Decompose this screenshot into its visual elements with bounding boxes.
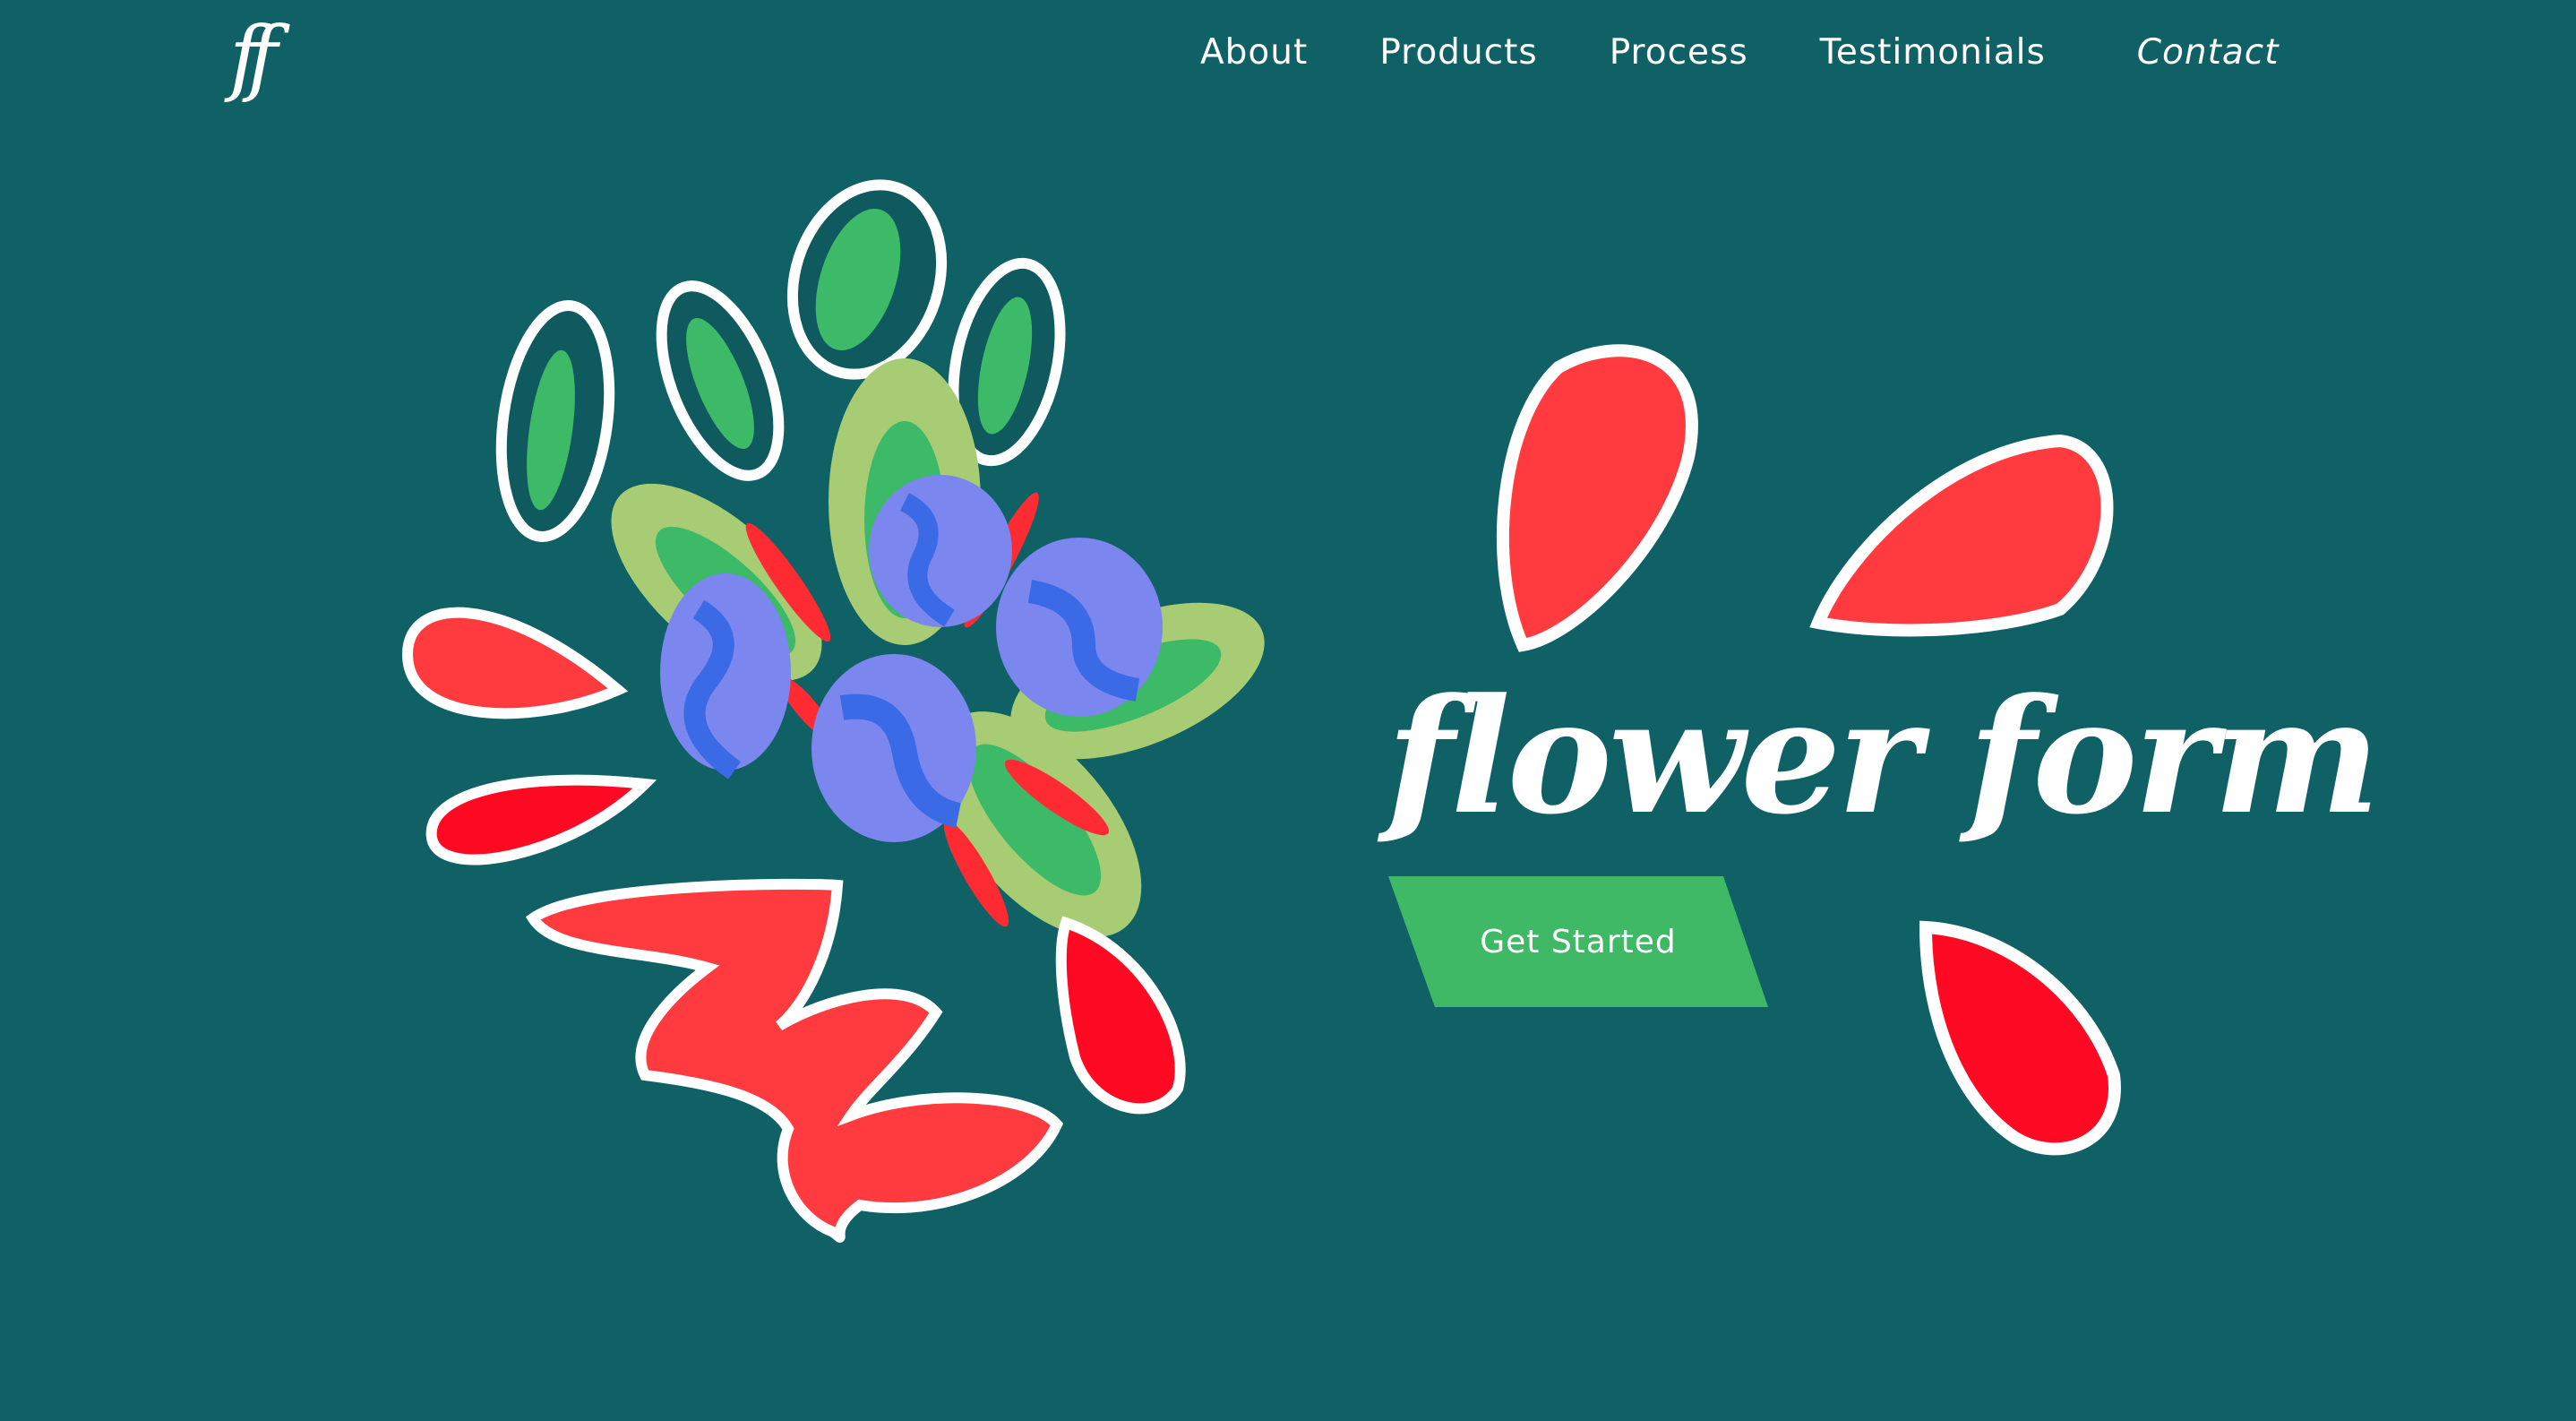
red-petal-right-2 bbox=[1809, 434, 2114, 637]
red-petal-left-2 bbox=[425, 774, 657, 866]
red-petal-right-1 bbox=[1496, 344, 1698, 652]
get-started-label: Get Started bbox=[1480, 923, 1677, 960]
red-petal-left-1 bbox=[401, 607, 629, 719]
red-petal-bottom bbox=[1055, 916, 1186, 1115]
landing-page: ff About Products Process Testimonials C… bbox=[0, 0, 2576, 1421]
red-petal-right-3 bbox=[1919, 920, 2121, 1156]
red-zigzag bbox=[525, 878, 1064, 1243]
outlined-leaf-3 bbox=[786, 179, 948, 380]
outlined-leaf-2 bbox=[656, 280, 785, 481]
get-started-button[interactable]: Get Started bbox=[1388, 876, 1768, 1007]
hero-title: flower form bbox=[1387, 664, 2380, 849]
outlined-leaf-1 bbox=[495, 300, 615, 542]
